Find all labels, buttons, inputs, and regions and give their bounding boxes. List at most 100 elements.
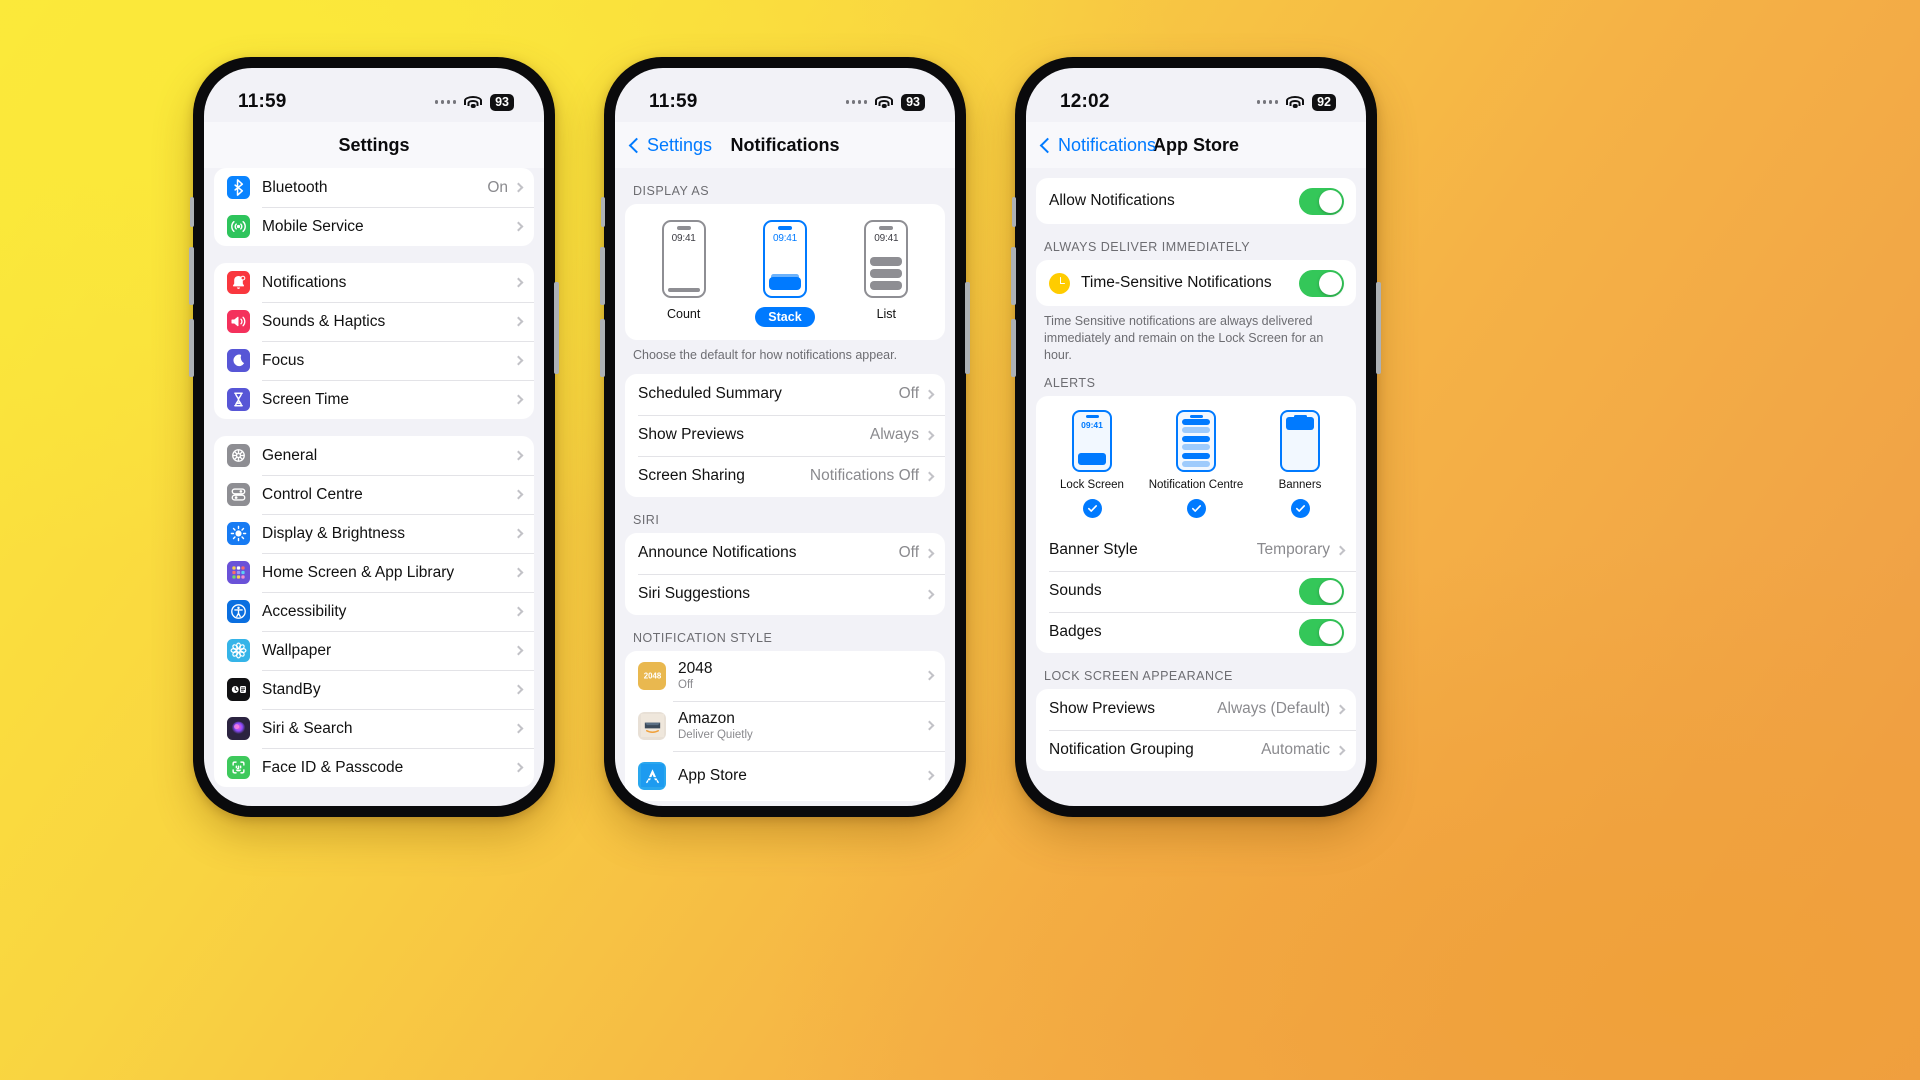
row-allow-notifications[interactable]: Allow Notifications	[1036, 178, 1356, 224]
row-toggle[interactable]	[1299, 577, 1344, 605]
time-sensitive-toggle[interactable]	[1299, 269, 1344, 297]
time-sensitive-footer: Time Sensitive notifications are always …	[1044, 314, 1324, 362]
back-label: Settings	[647, 134, 713, 155]
row-value: Off	[898, 385, 919, 403]
chevron-right-icon	[924, 389, 935, 400]
alert-check-wrap	[1252, 498, 1348, 518]
row-show-previews[interactable]: Show Previews Always (Default)	[1036, 689, 1356, 730]
chevron-right-icon	[513, 450, 524, 461]
back-button-notifications[interactable]: Notifications	[1039, 135, 1156, 156]
display-brightness-icon	[227, 522, 250, 545]
display-as-option-list[interactable]: 09:41 List	[843, 220, 929, 327]
section-header-display-as: DISPLAY AS	[633, 184, 710, 198]
sidebar-item-siri-search[interactable]: Siri & Search	[214, 709, 534, 748]
siri-search-icon	[227, 717, 250, 740]
nav-bar: Settings	[204, 122, 544, 168]
row-label: Screen Time	[262, 390, 350, 408]
row-screen-sharing[interactable]: Screen Sharing Notifications Off	[625, 455, 945, 497]
row-label: Display & Brightness	[262, 524, 406, 542]
row-notification-grouping[interactable]: Notification Grouping Automatic	[1036, 729, 1356, 771]
phone2-screen: 11:59 93 Settings Notifications DISPLAY …	[615, 68, 955, 806]
sidebar-item-focus[interactable]: Focus	[214, 341, 534, 380]
chevron-right-icon	[513, 394, 524, 405]
row-label: Screen Sharing	[638, 467, 745, 485]
row-badges[interactable]: Badges	[1036, 611, 1356, 653]
row-label: Accessibility	[262, 602, 347, 620]
row-label: Announce Notifications	[638, 544, 797, 562]
checkmark-icon[interactable]	[1186, 498, 1206, 518]
chevron-right-icon	[513, 528, 524, 539]
sidebar-item-accessibility[interactable]: Accessibility	[214, 592, 534, 631]
chevron-right-icon	[513, 762, 524, 773]
row-show-previews[interactable]: Show Previews Always	[625, 414, 945, 456]
section-header-siri: SIRI	[633, 512, 660, 527]
row-label: Sounds	[1049, 582, 1102, 600]
alert-option-notification-centre[interactable]: Notification Centre	[1148, 409, 1244, 491]
settings-list[interactable]: Bluetooth On Mobile Service Notifications So…	[204, 168, 544, 806]
chevron-right-icon	[924, 589, 935, 600]
alert-check-wrap	[1148, 498, 1244, 518]
row-banner-style[interactable]: Banner Style Temporary	[1036, 530, 1356, 571]
phone3-screen: 12:02 92 Notifications App Store Allow N…	[1026, 68, 1366, 806]
row-label: Face ID & Passcode	[262, 758, 404, 776]
sidebar-item-mobile-service[interactable]: Mobile Service	[214, 207, 534, 246]
sidebar-item-general[interactable]: General	[214, 436, 534, 475]
accessibility-icon	[227, 600, 250, 623]
sidebar-item-standby[interactable]: StandBy	[214, 670, 534, 709]
preview-stack-icon: 09:41	[762, 220, 807, 298]
sidebar-item-face-id-passcode[interactable]: Face ID & Passcode	[214, 748, 534, 787]
app-row-2048[interactable]: 2048 2048 Off	[625, 651, 945, 701]
page-title: Settings	[338, 134, 410, 155]
phone-notifications: 11:59 93 Settings Notifications DISPLAY …	[600, 57, 970, 817]
row-announce-notifications[interactable]: Announce Notifications Off	[625, 533, 945, 574]
alert-option-banners[interactable]: Banners	[1252, 409, 1348, 491]
display-as-option-stack[interactable]: 09:41 Stack	[742, 220, 828, 327]
allow-notifications-toggle[interactable]	[1299, 187, 1344, 215]
app-notification-settings[interactable]: Allow Notifications ALWAYS DELIVER IMMED…	[1026, 168, 1366, 806]
chevron-right-icon	[513, 645, 524, 656]
row-label: Show Previews	[638, 426, 744, 444]
app-row-amazon[interactable]: Amazon Deliver Quietly	[625, 700, 945, 751]
chevron-right-icon	[513, 606, 524, 617]
battery-badge: 93	[901, 93, 925, 111]
back-button-settings[interactable]: Settings	[628, 134, 713, 156]
app-status: Deliver Quietly	[678, 729, 753, 742]
sidebar-item-control-centre[interactable]: Control Centre	[214, 475, 534, 514]
row-value: Always (Default)	[1217, 700, 1330, 718]
app-status: Off	[678, 679, 694, 692]
sidebar-item-notifications[interactable]: Notifications	[214, 263, 534, 302]
display-as-option-count[interactable]: 09:41 Count	[641, 220, 727, 327]
row-label: Time-Sensitive Notifications	[1081, 274, 1272, 291]
alert-option-lock-screen[interactable]: 09:41 Lock Screen	[1044, 409, 1140, 491]
sidebar-item-display-brightness[interactable]: Display & Brightness	[214, 514, 534, 553]
mobile-service-icon	[227, 215, 250, 238]
sidebar-item-wallpaper[interactable]: Wallpaper	[214, 631, 534, 670]
row-value: Off	[898, 544, 919, 562]
sidebar-item-home-screen-app-library[interactable]: Home Screen & App Library	[214, 553, 534, 592]
settings-group: Notifications Sounds & Haptics Focus Screen…	[214, 263, 534, 419]
chevron-right-icon	[1335, 704, 1346, 715]
row-label: Siri Suggestions	[638, 585, 751, 603]
section-header-lock-screen-appearance: LOCK SCREEN APPEARANCE	[1044, 668, 1233, 683]
row-label: Scheduled Summary	[638, 385, 782, 403]
chevron-right-icon	[513, 277, 524, 288]
row-label: Notifications	[262, 273, 347, 291]
status-bar: 12:02 92	[1026, 68, 1366, 122]
row-sounds[interactable]: Sounds	[1036, 570, 1356, 612]
sidebar-item-sounds-haptics[interactable]: Sounds & Haptics	[214, 302, 534, 341]
checkmark-icon[interactable]	[1082, 498, 1102, 518]
row-toggle[interactable]	[1299, 618, 1344, 646]
chevron-left-icon	[1039, 137, 1056, 153]
checkmark-icon[interactable]	[1290, 498, 1310, 518]
preview-banners-icon	[1280, 409, 1320, 472]
sidebar-item-bluetooth[interactable]: Bluetooth On	[214, 168, 534, 207]
row-label: Banner Style	[1049, 541, 1138, 559]
row-time-sensitive[interactable]: Time-Sensitive Notifications	[1036, 260, 1356, 306]
row-scheduled-summary[interactable]: Scheduled Summary Off	[625, 374, 945, 415]
app-row-app-store[interactable]: App Store	[625, 750, 945, 801]
notifications-list[interactable]: DISPLAY AS 09:41 Count 09:41 Stack 09:41 List…	[615, 168, 955, 806]
row-siri-suggestions[interactable]: Siri Suggestions	[625, 573, 945, 615]
notification-style-group: 2048 2048 Off Amazon Deliver Quietly App Stor…	[625, 650, 945, 801]
sidebar-item-screen-time[interactable]: Screen Time	[214, 380, 534, 419]
chevron-right-icon	[513, 567, 524, 578]
